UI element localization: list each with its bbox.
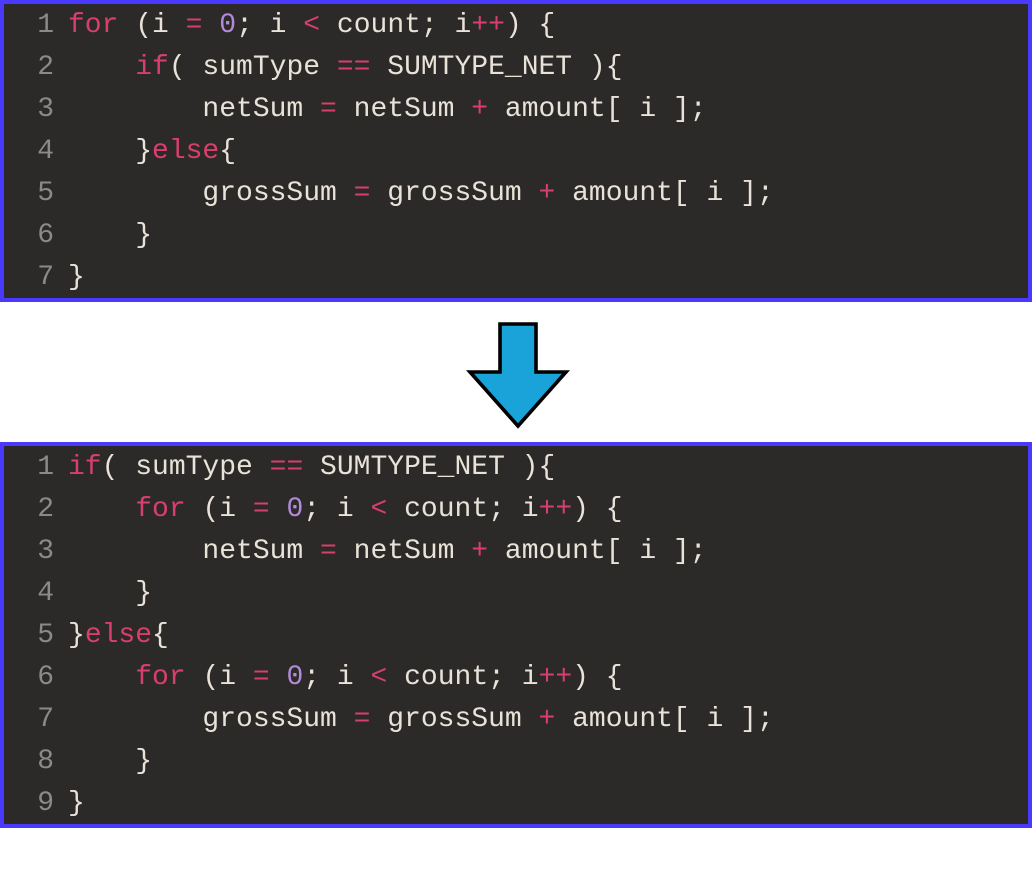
line-number: 8 (4, 746, 68, 777)
line-number: 7 (4, 704, 68, 735)
line-number: 6 (4, 662, 68, 693)
line-number: 1 (4, 10, 68, 41)
line-number: 2 (4, 52, 68, 83)
line-number: 5 (4, 620, 68, 651)
code-content: } (68, 220, 152, 251)
code-content: if( sumType == SUMTYPE_NET ){ (68, 52, 623, 83)
code-content: for (i = 0; i < count; i++) { (68, 494, 623, 525)
code-content: } (68, 788, 85, 819)
line-number: 6 (4, 220, 68, 251)
code-line: 7} (4, 256, 1028, 298)
code-content: }else{ (68, 620, 169, 651)
line-number: 9 (4, 788, 68, 819)
code-line: 6 } (4, 214, 1028, 256)
code-line: 2 for (i = 0; i < count; i++) { (4, 488, 1028, 530)
line-number: 3 (4, 94, 68, 125)
code-block-before: 1for (i = 0; i < count; i++) {2 if( sumT… (0, 0, 1032, 302)
arrow-container (0, 302, 1035, 442)
code-line: 6 for (i = 0; i < count; i++) { (4, 656, 1028, 698)
code-content: } (68, 578, 152, 609)
code-line: 4 }else{ (4, 130, 1028, 172)
code-content: if( sumType == SUMTYPE_NET ){ (68, 452, 555, 483)
code-line: 9} (4, 782, 1028, 824)
code-content: grossSum = grossSum + amount[ i ]; (68, 178, 774, 209)
code-content: for (i = 0; i < count; i++) { (68, 662, 623, 693)
code-content: for (i = 0; i < count; i++) { (68, 10, 555, 41)
line-number: 3 (4, 536, 68, 567)
code-block-after: 1if( sumType == SUMTYPE_NET ){2 for (i =… (0, 442, 1032, 828)
code-line: 8 } (4, 740, 1028, 782)
code-content: netSum = netSum + amount[ i ]; (68, 536, 707, 567)
code-content: } (68, 746, 152, 777)
code-content: grossSum = grossSum + amount[ i ]; (68, 704, 774, 735)
code-content: netSum = netSum + amount[ i ]; (68, 94, 707, 125)
line-number: 4 (4, 578, 68, 609)
down-arrow-icon (458, 312, 578, 432)
code-line: 5 grossSum = grossSum + amount[ i ]; (4, 172, 1028, 214)
code-line: 7 grossSum = grossSum + amount[ i ]; (4, 698, 1028, 740)
code-line: 5}else{ (4, 614, 1028, 656)
code-line: 1if( sumType == SUMTYPE_NET ){ (4, 446, 1028, 488)
code-line: 1for (i = 0; i < count; i++) { (4, 4, 1028, 46)
code-line: 3 netSum = netSum + amount[ i ]; (4, 88, 1028, 130)
code-line: 3 netSum = netSum + amount[ i ]; (4, 530, 1028, 572)
code-line: 4 } (4, 572, 1028, 614)
line-number: 5 (4, 178, 68, 209)
line-number: 2 (4, 494, 68, 525)
line-number: 4 (4, 136, 68, 167)
code-line: 2 if( sumType == SUMTYPE_NET ){ (4, 46, 1028, 88)
line-number: 1 (4, 452, 68, 483)
code-content: } (68, 262, 85, 293)
line-number: 7 (4, 262, 68, 293)
code-content: }else{ (68, 136, 236, 167)
